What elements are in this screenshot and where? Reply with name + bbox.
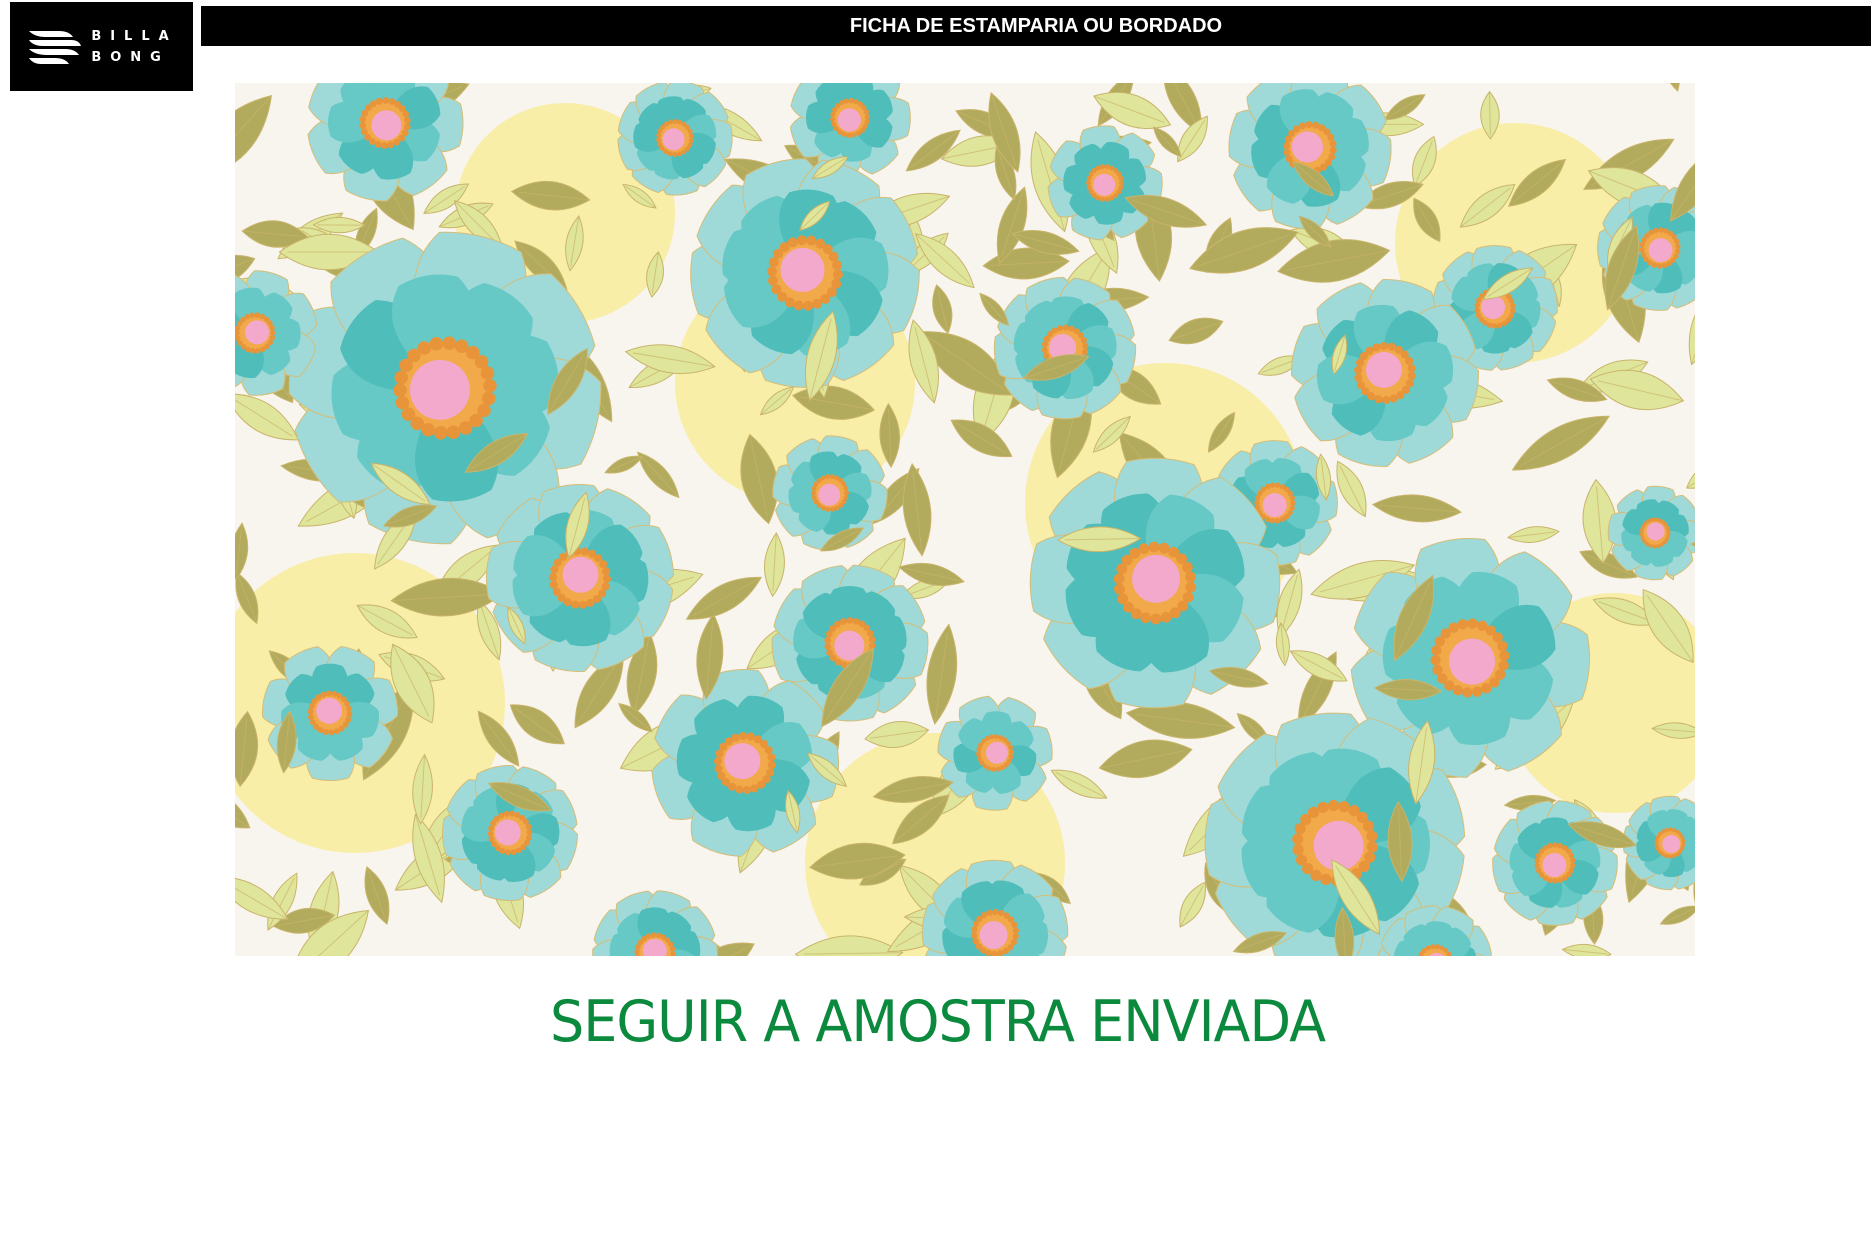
floral-print-image	[235, 83, 1695, 956]
billabong-logo: BILLA BONG	[10, 2, 193, 91]
floral-pattern-svg	[235, 83, 1695, 956]
sample-instruction-caption: SEGUIR A AMOSTRA ENVIADA	[549, 988, 1326, 1055]
logo-line-1: BILLA	[91, 28, 178, 44]
logo-line-2: BONG	[91, 49, 170, 65]
page-title: FICHA DE ESTAMPARIA OU BORDADO	[201, 6, 1871, 46]
wave-logo-icon	[29, 30, 82, 64]
logo-wordmark: BILLA BONG	[91, 26, 177, 68]
